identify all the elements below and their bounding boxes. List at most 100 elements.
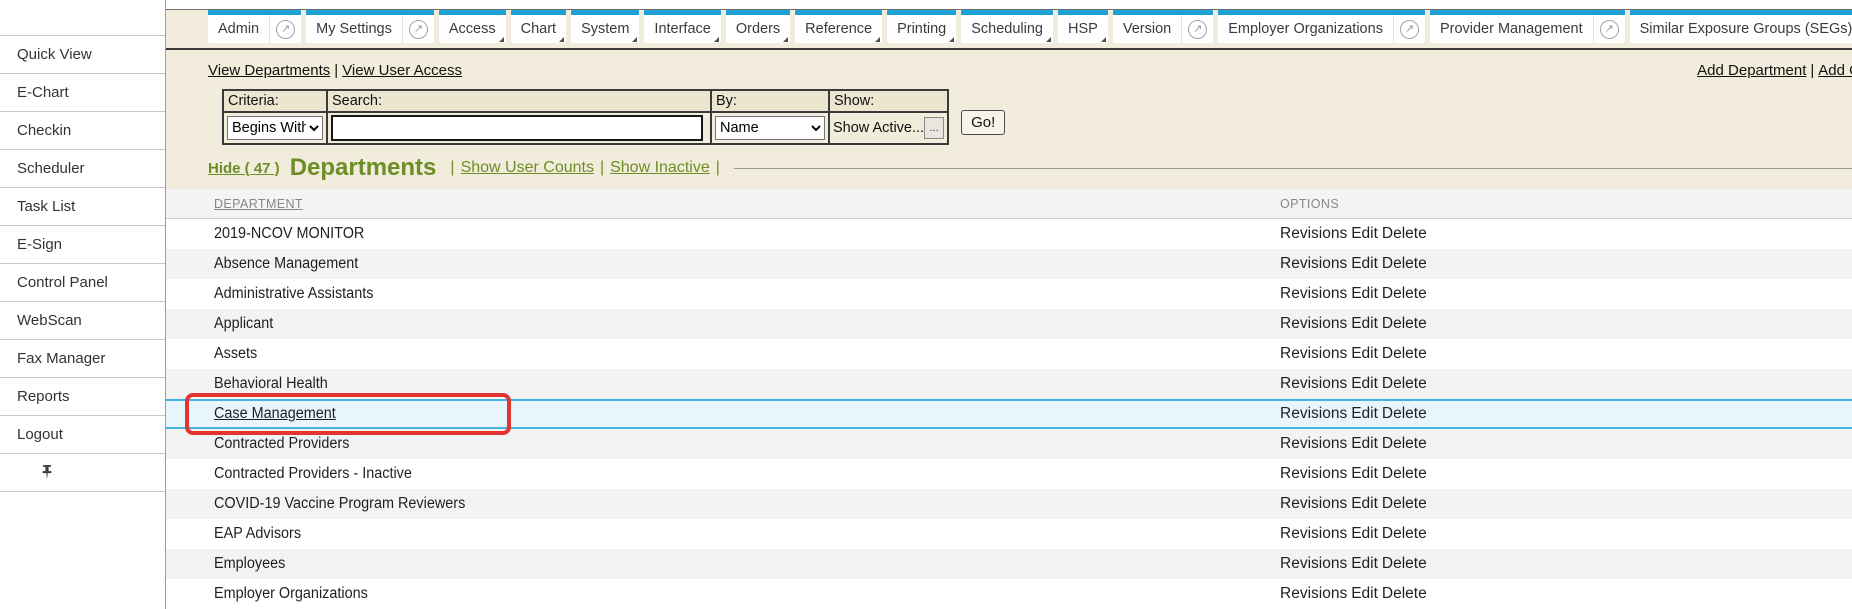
department-name-link[interactable]: Assets xyxy=(214,345,257,363)
department-name-link[interactable]: Employees xyxy=(214,555,285,573)
delete-link[interactable]: Delete xyxy=(1382,585,1427,602)
view-user-access-link[interactable]: View User Access xyxy=(342,62,462,79)
sidebar-item-logout[interactable]: Logout xyxy=(0,416,165,454)
department-name-link[interactable]: Case Management xyxy=(214,405,336,423)
delete-link[interactable]: Delete xyxy=(1382,225,1427,242)
edit-link[interactable]: Edit xyxy=(1351,585,1378,602)
edit-link[interactable]: Edit xyxy=(1351,465,1378,482)
sidebar-item-e-chart[interactable]: E-Chart xyxy=(0,74,165,112)
edit-link[interactable]: Edit xyxy=(1351,435,1378,452)
tab-system[interactable]: System xyxy=(571,9,639,43)
popout-button[interactable]: ↗ xyxy=(1393,15,1425,43)
department-name-link[interactable]: Employer Organizations xyxy=(214,585,368,603)
department-name-link[interactable]: COVID-19 Vaccine Program Reviewers xyxy=(214,495,465,513)
tab-printing[interactable]: Printing xyxy=(887,9,956,43)
tab-employer-organizations[interactable]: Employer Organizations↗ xyxy=(1218,9,1425,43)
tab-admin[interactable]: Admin↗ xyxy=(208,9,301,43)
go-button[interactable]: Go! xyxy=(961,110,1005,135)
delete-link[interactable]: Delete xyxy=(1382,375,1427,392)
popout-button[interactable]: ↗ xyxy=(402,15,434,43)
revisions-link[interactable]: Revisions xyxy=(1280,465,1347,482)
popout-button[interactable]: ↗ xyxy=(1593,15,1625,43)
edit-link[interactable]: Edit xyxy=(1351,225,1378,242)
revisions-link[interactable]: Revisions xyxy=(1280,225,1347,242)
tab-label: System xyxy=(571,15,639,43)
tab-provider-management[interactable]: Provider Management↗ xyxy=(1430,9,1625,43)
department-name-link[interactable]: Absence Management xyxy=(214,255,358,273)
tab-chart[interactable]: Chart xyxy=(511,9,566,43)
sidebar-item-fax-manager[interactable]: Fax Manager xyxy=(0,340,165,378)
delete-link[interactable]: Delete xyxy=(1382,255,1427,272)
revisions-link[interactable]: Revisions xyxy=(1280,435,1347,452)
show-user-counts-link[interactable]: Show User Counts xyxy=(461,159,594,177)
tab-similar-exposure-groups-segs[interactable]: Similar Exposure Groups (SEGs)↗ xyxy=(1630,9,1852,43)
edit-link[interactable]: Edit xyxy=(1351,555,1378,572)
by-select[interactable]: Name xyxy=(715,116,825,140)
sidebar-item-label: Reports xyxy=(17,388,70,405)
tab-strip: Admin↗My Settings↗AccessChartSystemInter… xyxy=(166,9,1852,50)
edit-link[interactable]: Edit xyxy=(1351,405,1378,422)
hide-count-link[interactable]: Hide ( 47 ) xyxy=(208,160,280,177)
add-department-link[interactable]: Add Department xyxy=(1697,62,1806,79)
edit-link[interactable]: Edit xyxy=(1351,375,1378,392)
revisions-link[interactable]: Revisions xyxy=(1280,585,1347,602)
revisions-link[interactable]: Revisions xyxy=(1280,555,1347,572)
sidebar-item-task-list[interactable]: Task List xyxy=(0,188,165,226)
edit-link[interactable]: Edit xyxy=(1351,255,1378,272)
department-name-link[interactable]: Contracted Providers xyxy=(214,435,349,453)
delete-link[interactable]: Delete xyxy=(1382,405,1427,422)
delete-link[interactable]: Delete xyxy=(1382,525,1427,542)
popout-button[interactable]: ↗ xyxy=(1181,15,1213,43)
department-name-link[interactable]: EAP Advisors xyxy=(214,525,301,543)
sidebar-item-control-panel[interactable]: Control Panel xyxy=(0,264,165,302)
department-name-link[interactable]: Behavioral Health xyxy=(214,375,328,393)
tab-hsp[interactable]: HSP xyxy=(1058,9,1108,43)
edit-link[interactable]: Edit xyxy=(1351,345,1378,362)
search-input[interactable] xyxy=(331,115,703,141)
revisions-link[interactable]: Revisions xyxy=(1280,525,1347,542)
delete-link[interactable]: Delete xyxy=(1382,285,1427,302)
view-departments-link[interactable]: View Departments xyxy=(208,62,330,79)
revisions-link[interactable]: Revisions xyxy=(1280,345,1347,362)
department-column-header[interactable]: DEPARTMENT xyxy=(214,197,303,211)
edit-link[interactable]: Edit xyxy=(1351,315,1378,332)
revisions-link[interactable]: Revisions xyxy=(1280,255,1347,272)
department-name-link[interactable]: Contracted Providers - Inactive xyxy=(214,465,412,483)
sidebar-item-webscan[interactable]: WebScan xyxy=(0,302,165,340)
edit-link[interactable]: Edit xyxy=(1351,525,1378,542)
edit-link[interactable]: Edit xyxy=(1351,495,1378,512)
delete-link[interactable]: Delete xyxy=(1382,315,1427,332)
tab-access[interactable]: Access xyxy=(439,9,506,43)
tab-reference[interactable]: Reference xyxy=(795,9,882,43)
sidebar-item-checkin[interactable]: Checkin xyxy=(0,112,165,150)
sidebar-item-e-sign[interactable]: E-Sign xyxy=(0,226,165,264)
revisions-link[interactable]: Revisions xyxy=(1280,285,1347,302)
tab-my-settings[interactable]: My Settings↗ xyxy=(306,9,434,43)
delete-link[interactable]: Delete xyxy=(1382,555,1427,572)
sidebar-item-quick-view[interactable]: Quick View xyxy=(0,36,165,74)
revisions-link[interactable]: Revisions xyxy=(1280,495,1347,512)
delete-link[interactable]: Delete xyxy=(1382,435,1427,452)
tab-version[interactable]: Version↗ xyxy=(1113,9,1213,43)
criteria-select[interactable]: Begins With xyxy=(227,116,323,140)
tab-interface[interactable]: Interface xyxy=(644,9,720,43)
show-inactive-link[interactable]: Show Inactive xyxy=(610,159,710,177)
popout-button[interactable]: ↗ xyxy=(269,15,301,43)
show-options-button[interactable]: ... xyxy=(924,117,944,139)
edit-link[interactable]: Edit xyxy=(1351,285,1378,302)
department-name-link[interactable]: 2019-NCOV MONITOR xyxy=(214,225,364,243)
sidebar-item-scheduler[interactable]: Scheduler xyxy=(0,150,165,188)
delete-link[interactable]: Delete xyxy=(1382,495,1427,512)
revisions-link[interactable]: Revisions xyxy=(1280,315,1347,332)
revisions-link[interactable]: Revisions xyxy=(1280,375,1347,392)
sidebar-item-reports[interactable]: Reports xyxy=(0,378,165,416)
tab-orders[interactable]: Orders xyxy=(726,9,790,43)
delete-link[interactable]: Delete xyxy=(1382,345,1427,362)
sidebar-pin-button[interactable] xyxy=(0,454,165,492)
department-name-link[interactable]: Administrative Assistants xyxy=(214,285,373,303)
delete-link[interactable]: Delete xyxy=(1382,465,1427,482)
department-name-link[interactable]: Applicant xyxy=(214,315,273,333)
add-category-link[interactable]: Add C xyxy=(1818,62,1852,79)
tab-scheduling[interactable]: Scheduling xyxy=(961,9,1053,43)
revisions-link[interactable]: Revisions xyxy=(1280,405,1347,422)
